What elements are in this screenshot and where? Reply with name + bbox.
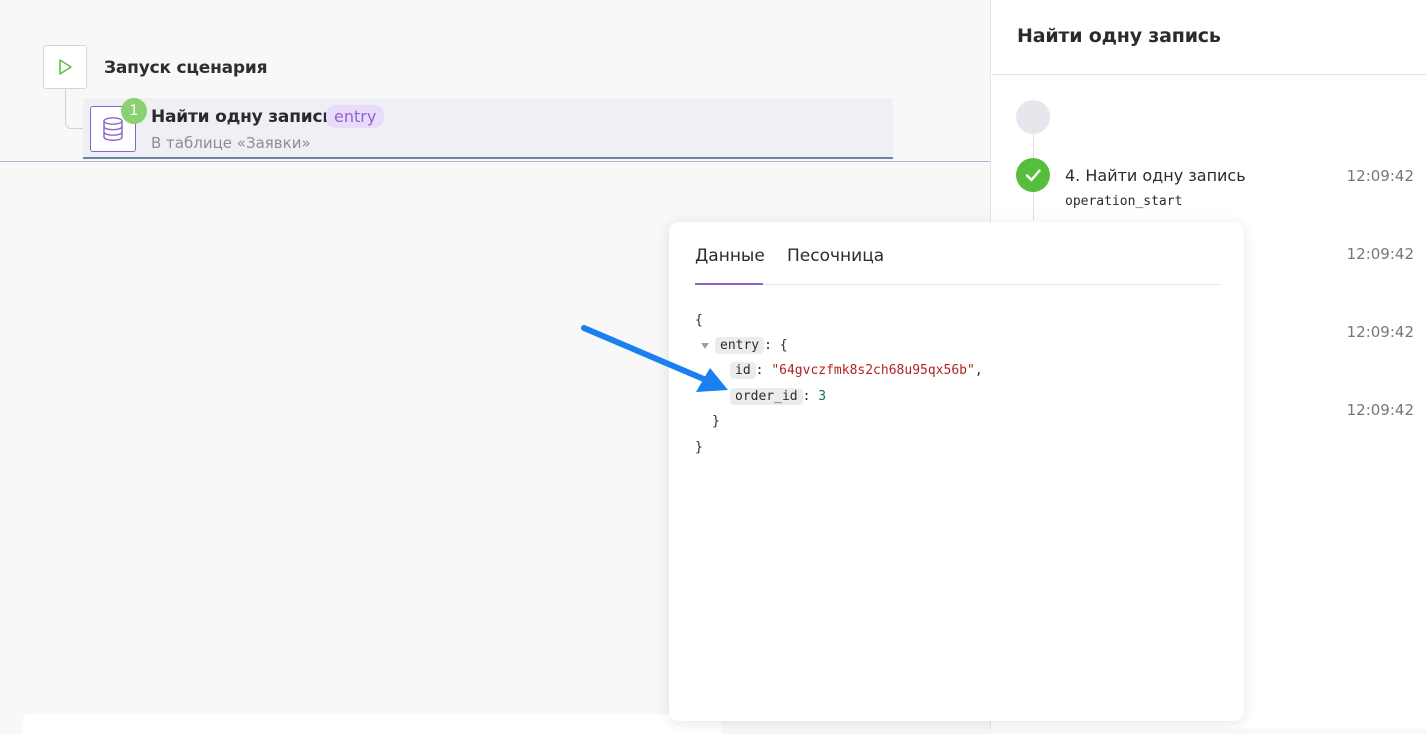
panel-divider [991, 74, 1426, 75]
data-popup: Данные Песочница { entry: { id: "64gvczf… [669, 222, 1244, 721]
tabs-divider [695, 284, 1220, 285]
step-selection-line [83, 157, 893, 159]
log-event-title[interactable]: 4. Найти одну запись [1065, 166, 1246, 185]
arrow-annotation-icon [581, 325, 728, 392]
json-value-id: "64gvczfmk8s2ch68u95qx56b" [771, 363, 975, 378]
step-title: Найти одну запись [151, 107, 333, 127]
json-value-order-id: 3 [818, 389, 827, 404]
database-icon [103, 117, 123, 142]
scenario-start-node[interactable] [43, 45, 87, 89]
log-event-time: 12:09:42 [1346, 323, 1414, 341]
json-order-id-line: order_id: 3 [730, 386, 826, 408]
tab-data[interactable]: Данные [695, 246, 765, 266]
log-event-time: 12:09:42 [1346, 245, 1414, 263]
timeline-dot-pending [1016, 100, 1050, 134]
json-inner-close: } [712, 414, 720, 429]
bottom-panel-edge [22, 714, 722, 734]
step-number-badge: 1 [121, 98, 147, 124]
log-event-code: operation_start [1065, 194, 1183, 209]
json-outer-close: } [695, 440, 703, 455]
play-icon [59, 59, 72, 75]
step-subtitle: В таблице «Заявки» [151, 134, 311, 152]
log-event-time: 12:09:42 [1346, 401, 1414, 419]
json-key-order-id[interactable]: order_id [730, 388, 803, 405]
checkmark-icon [1025, 169, 1041, 182]
drop-indicator-line [0, 161, 990, 162]
json-id-line: id: "64gvczfmk8s2ch68u95qx56b", [730, 360, 983, 382]
step-variable-tag: entry [326, 105, 385, 128]
timeline-dot-success [1016, 158, 1050, 192]
active-tab-indicator [695, 283, 763, 285]
json-entry-open: : { [764, 338, 788, 353]
tab-sandbox[interactable]: Песочница [787, 246, 884, 266]
log-event-time: 12:09:42 [1346, 167, 1414, 185]
scenario-start-label: Запуск сценария [104, 58, 268, 78]
panel-title: Найти одну запись [1017, 25, 1221, 47]
